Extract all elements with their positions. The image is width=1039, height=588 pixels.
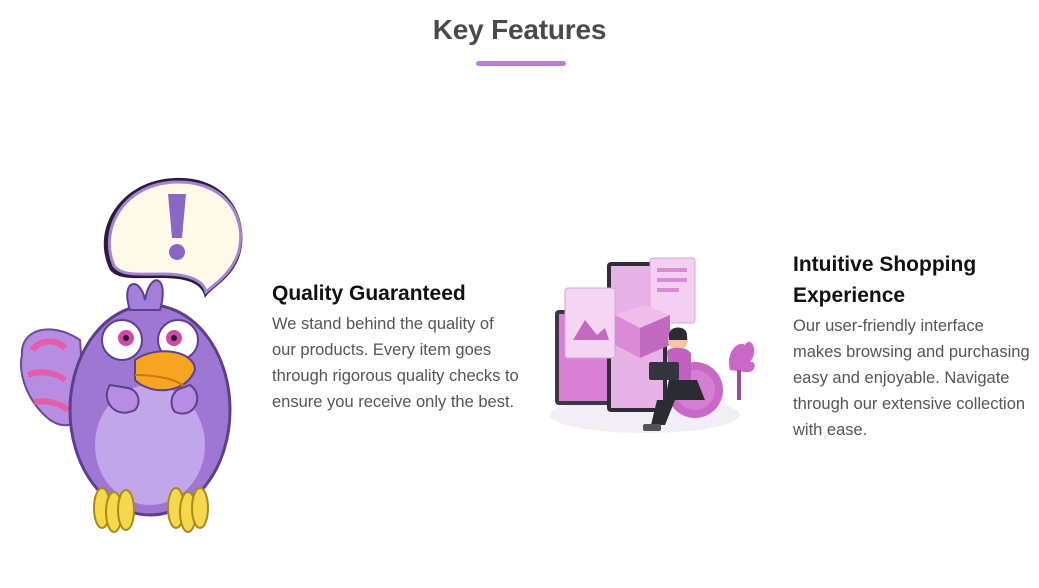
feature-description: We stand behind the quality of our produ… <box>272 315 519 411</box>
online-shopping-illustration <box>550 257 755 433</box>
speech-bubble-icon <box>103 177 243 298</box>
purple-bird-illustration <box>20 177 243 533</box>
feature-title: Intuitive Shopping Experience <box>793 253 977 307</box>
feature-description: Our user-friendly interface makes browsi… <box>793 317 1030 439</box>
feature-intuitive-shopping: Intuitive Shopping Experience Our user-f… <box>793 249 1033 443</box>
section-title: Key Features <box>432 14 607 45</box>
feature-quality: Quality Guaranteed We stand behind the q… <box>272 278 522 415</box>
feature-title: Quality Guaranteed <box>272 282 466 305</box>
title-underline <box>476 61 566 66</box>
